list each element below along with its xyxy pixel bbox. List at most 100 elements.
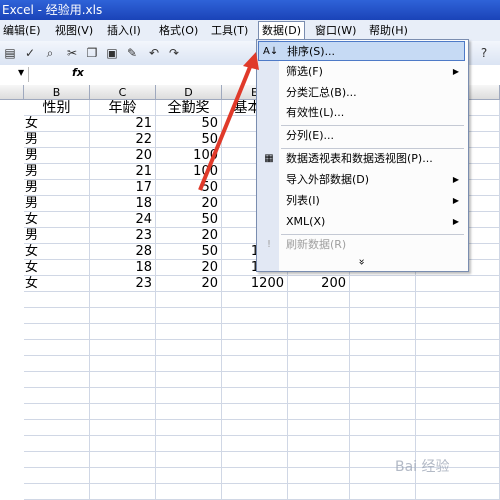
empty-cell[interactable] (24, 404, 90, 420)
empty-cell[interactable] (288, 340, 350, 356)
menu-item-xml[interactable]: XML(X) ▶ (258, 212, 465, 232)
empty-cell[interactable] (222, 340, 288, 356)
gender-cell[interactable]: 女 (24, 116, 90, 132)
empty-cell[interactable] (288, 372, 350, 388)
menu-item-validity[interactable]: 有效性(L)... (258, 103, 465, 123)
empty-cell[interactable] (288, 292, 350, 308)
empty-cell[interactable] (222, 292, 288, 308)
empty-cell[interactable] (350, 356, 416, 372)
empty-cell[interactable] (24, 356, 90, 372)
empty-cell[interactable] (350, 484, 416, 500)
gender-cell[interactable]: 男 (24, 196, 90, 212)
empty-cell[interactable] (288, 388, 350, 404)
empty-cell[interactable] (90, 484, 156, 500)
value-cell[interactable]: 21 (90, 164, 156, 180)
empty-cell[interactable] (156, 484, 222, 500)
gender-cell[interactable]: 女 (24, 212, 90, 228)
empty-cell[interactable] (90, 308, 156, 324)
empty-cell[interactable] (350, 388, 416, 404)
empty-cell[interactable] (24, 340, 90, 356)
menu-tools[interactable]: 工具(T) (208, 22, 251, 39)
empty-cell[interactable] (416, 340, 500, 356)
gender-cell[interactable]: 男 (24, 228, 90, 244)
value-cell[interactable]: 50 (156, 244, 222, 260)
paste-icon[interactable]: ▣ (104, 45, 120, 61)
print-preview-icon[interactable]: ▤ (2, 45, 18, 61)
value-cell[interactable]: 24 (90, 212, 156, 228)
empty-cell[interactable] (350, 292, 416, 308)
empty-cell[interactable] (24, 436, 90, 452)
empty-cell[interactable] (350, 308, 416, 324)
value-cell[interactable]: 50 (156, 132, 222, 148)
menu-format[interactable]: 格式(O) (156, 22, 201, 39)
menu-item-text-to-columns[interactable]: 分列(E)... (258, 126, 465, 146)
empty-cell[interactable] (416, 356, 500, 372)
empty-cell[interactable] (288, 324, 350, 340)
gender-cell[interactable]: 女 (24, 276, 90, 292)
empty-cell[interactable] (222, 308, 288, 324)
empty-cell[interactable] (156, 292, 222, 308)
empty-cell[interactable] (350, 324, 416, 340)
value-cell[interactable]: 50 (156, 180, 222, 196)
empty-cell[interactable] (90, 388, 156, 404)
column-header-d[interactable]: D (156, 85, 222, 100)
empty-cell[interactable] (90, 324, 156, 340)
menu-insert[interactable]: 插入(I) (104, 22, 144, 39)
menu-view[interactable]: 视图(V) (52, 22, 96, 39)
empty-cell[interactable] (350, 372, 416, 388)
empty-cell[interactable] (156, 308, 222, 324)
empty-cell[interactable] (24, 308, 90, 324)
empty-cell[interactable] (350, 276, 416, 292)
empty-cell[interactable] (416, 420, 500, 436)
empty-cell[interactable] (222, 420, 288, 436)
gender-cell[interactable]: 男 (24, 164, 90, 180)
gender-cell[interactable]: 男 (24, 180, 90, 196)
empty-cell[interactable] (24, 468, 90, 484)
value-cell[interactable]: 20 (156, 228, 222, 244)
value-cell[interactable]: 100 (156, 164, 222, 180)
menu-item-list[interactable]: 列表(I) ▶ (258, 191, 465, 211)
menu-item-sort[interactable]: A↓ 排序(S)... (258, 41, 465, 61)
value-cell[interactable]: 20 (156, 276, 222, 292)
empty-cell[interactable] (416, 388, 500, 404)
menu-item-pivot-table[interactable]: ▦ 数据透视表和数据透视图(P)... (258, 149, 465, 169)
help-icon[interactable]: ? (476, 45, 492, 61)
empty-cell[interactable] (156, 356, 222, 372)
empty-cell[interactable] (90, 436, 156, 452)
empty-cell[interactable] (156, 452, 222, 468)
empty-cell[interactable] (156, 420, 222, 436)
empty-cell[interactable] (416, 292, 500, 308)
header-cell[interactable]: 全勤奖 (156, 100, 222, 116)
value-cell[interactable]: 20 (90, 148, 156, 164)
value-cell[interactable]: 17 (90, 180, 156, 196)
empty-cell[interactable] (24, 324, 90, 340)
redo-icon[interactable]: ↷ (166, 45, 182, 61)
value-cell[interactable]: 200 (288, 276, 350, 292)
gender-cell[interactable]: 男 (24, 148, 90, 164)
empty-cell[interactable] (90, 356, 156, 372)
empty-cell[interactable] (416, 276, 500, 292)
empty-cell[interactable] (222, 452, 288, 468)
empty-cell[interactable] (288, 436, 350, 452)
empty-cell[interactable] (24, 388, 90, 404)
empty-cell[interactable] (416, 484, 500, 500)
empty-cell[interactable] (222, 436, 288, 452)
empty-cell[interactable] (288, 356, 350, 372)
empty-cell[interactable] (350, 420, 416, 436)
empty-cell[interactable] (156, 388, 222, 404)
empty-cell[interactable] (222, 356, 288, 372)
value-cell[interactable]: 50 (156, 212, 222, 228)
empty-cell[interactable] (288, 484, 350, 500)
value-cell[interactable]: 22 (90, 132, 156, 148)
header-cell[interactable]: 性别 (24, 100, 90, 116)
empty-cell[interactable] (90, 404, 156, 420)
empty-cell[interactable] (288, 404, 350, 420)
column-header-b[interactable]: B (24, 85, 90, 100)
empty-cell[interactable] (288, 308, 350, 324)
empty-cell[interactable] (350, 436, 416, 452)
corner-select-all[interactable] (0, 85, 24, 100)
value-cell[interactable]: 28 (90, 244, 156, 260)
value-cell[interactable]: 18 (90, 196, 156, 212)
empty-cell[interactable] (416, 372, 500, 388)
gender-cell[interactable]: 女 (24, 260, 90, 276)
